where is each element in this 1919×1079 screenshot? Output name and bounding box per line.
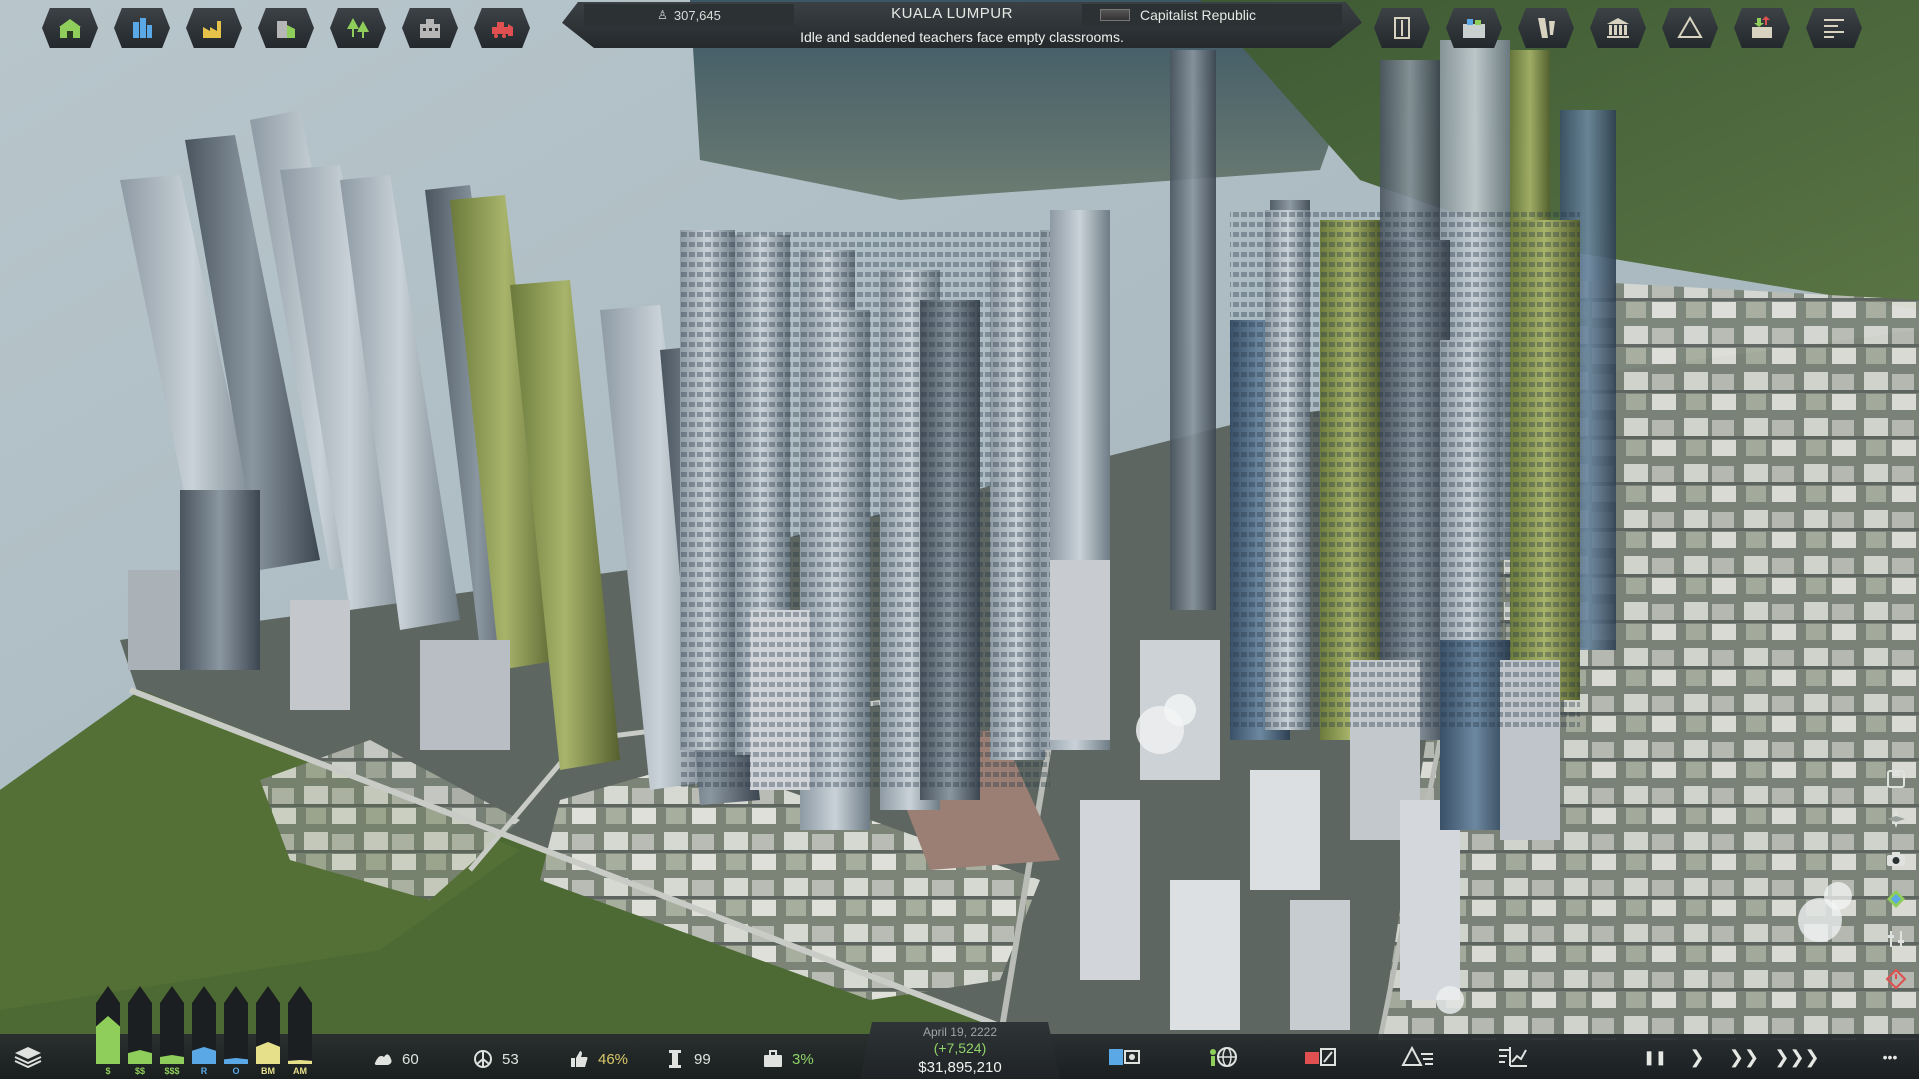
balance-value: $31,895,210 bbox=[918, 1059, 1002, 1076]
population-value: 307,645 bbox=[673, 7, 721, 23]
camera-button[interactable] bbox=[1881, 844, 1911, 874]
peace-icon bbox=[474, 1050, 492, 1068]
city-name[interactable]: KUALA LUMPUR bbox=[802, 5, 1102, 22]
top-bar: ♙ 307,645 KUALA LUMPUR Capitalist Republ… bbox=[0, 0, 1919, 56]
demand-bar-label: $$$ bbox=[164, 1066, 180, 1076]
vehicles-stat[interactable]: 99 bbox=[664, 1046, 711, 1072]
city-scene bbox=[0, 0, 1919, 1079]
infoviews-button[interactable] bbox=[1394, 1040, 1442, 1074]
edicts-icon bbox=[1394, 17, 1410, 39]
more-menu-button[interactable]: ••• bbox=[1870, 1043, 1910, 1071]
budget-icon bbox=[1109, 1049, 1140, 1065]
almanac-icon bbox=[1824, 19, 1844, 38]
demand-bar-label: R bbox=[200, 1066, 208, 1076]
city-info-panel[interactable]: ♙ 307,645 KUALA LUMPUR Capitalist Republ… bbox=[562, 2, 1362, 48]
peace-stat[interactable]: 53 bbox=[472, 1046, 519, 1072]
demand-bar-label: O bbox=[232, 1066, 240, 1076]
office-zone-icon bbox=[277, 21, 295, 38]
demand-bar-label: AM bbox=[293, 1066, 307, 1076]
government-button[interactable] bbox=[1590, 8, 1646, 48]
pollution-value: 60 bbox=[402, 1050, 419, 1068]
finance-panel[interactable]: April 19, 2222 (+7,524) $31,895,210 bbox=[860, 1022, 1060, 1079]
layers-button[interactable] bbox=[4, 1040, 52, 1074]
briefcase-icon bbox=[764, 1050, 782, 1067]
game-date: April 19, 2222 bbox=[922, 1025, 998, 1039]
infoviews-icon bbox=[1401, 1045, 1433, 1066]
person-icon: ♙ bbox=[657, 8, 668, 22]
government-icon bbox=[1607, 18, 1629, 38]
statistics-icon bbox=[1499, 1047, 1527, 1067]
pause-button[interactable]: ❚❚ bbox=[1640, 1043, 1670, 1071]
unemployment-stat[interactable]: 3% bbox=[762, 1046, 814, 1072]
population-display[interactable]: ♙ 307,645 bbox=[584, 4, 794, 26]
compass-icon bbox=[1887, 810, 1905, 828]
pollution-stat[interactable]: 60 bbox=[372, 1046, 419, 1072]
compass-button[interactable] bbox=[1881, 804, 1911, 834]
districts-icon bbox=[1463, 19, 1485, 38]
traffic-icon bbox=[669, 1050, 681, 1068]
demand-bar-label: BM bbox=[261, 1066, 275, 1076]
map-button[interactable] bbox=[1881, 884, 1911, 914]
almanac-button[interactable] bbox=[1806, 8, 1862, 48]
demand-bar-label: $$ bbox=[134, 1066, 145, 1076]
approval-value: 46% bbox=[598, 1050, 629, 1068]
world-button[interactable] bbox=[1198, 1040, 1246, 1074]
statistics-button[interactable] bbox=[1488, 1040, 1536, 1074]
demand-bar-shell bbox=[288, 986, 312, 1064]
settings-sliders-button[interactable] bbox=[1881, 924, 1911, 954]
pollution-icon bbox=[374, 1054, 392, 1065]
zone-demand-meter[interactable]: $ $$ $$$ R O BM AM bbox=[96, 986, 316, 1076]
trade-button[interactable] bbox=[1734, 8, 1790, 48]
emergency-button[interactable] bbox=[1296, 1040, 1344, 1074]
commercial-zone-icon bbox=[133, 18, 152, 38]
play-button[interactable]: ❯ bbox=[1682, 1043, 1712, 1071]
research-button[interactable] bbox=[1518, 8, 1574, 48]
trade-icon bbox=[1752, 16, 1772, 38]
vehicles-value: 99 bbox=[694, 1050, 711, 1068]
save-button[interactable] bbox=[1881, 764, 1911, 794]
terrain-button[interactable] bbox=[1662, 8, 1718, 48]
settings-sliders-icon bbox=[1888, 931, 1904, 947]
commercial-zone-button[interactable] bbox=[114, 8, 170, 48]
services-button[interactable] bbox=[402, 8, 458, 48]
demand-bar-shell bbox=[160, 986, 184, 1064]
edicts-button[interactable] bbox=[1374, 8, 1430, 48]
office-zone-button[interactable] bbox=[258, 8, 314, 48]
fastest-button[interactable]: ❯❯❯ bbox=[1772, 1043, 1822, 1071]
unemployment-value: 3% bbox=[792, 1050, 814, 1068]
terrain-icon bbox=[1677, 16, 1703, 38]
bulldoze-button[interactable] bbox=[474, 8, 530, 48]
city-viewport[interactable] bbox=[0, 0, 1919, 1079]
approval-stat[interactable]: 46% bbox=[568, 1046, 628, 1072]
bulldoze-icon bbox=[492, 22, 513, 38]
residential-zone-icon bbox=[59, 19, 81, 38]
layers-icon bbox=[14, 1047, 42, 1069]
flag-icon bbox=[1100, 9, 1130, 21]
map-icon bbox=[1887, 890, 1905, 908]
government-type: Capitalist Republic bbox=[1140, 7, 1256, 23]
fast-forward-button[interactable]: ❯❯ bbox=[1724, 1043, 1764, 1071]
budget-button[interactable] bbox=[1100, 1040, 1148, 1074]
power-icon bbox=[1885, 968, 1907, 990]
districts-button[interactable] bbox=[1446, 8, 1502, 48]
peace-value: 53 bbox=[502, 1050, 519, 1068]
demand-bar-label: $ bbox=[105, 1066, 111, 1076]
power-button[interactable] bbox=[1881, 964, 1911, 994]
world-icon bbox=[1210, 1047, 1237, 1067]
industrial-zone-button[interactable] bbox=[186, 8, 242, 48]
industrial-zone-icon bbox=[203, 21, 221, 38]
research-icon bbox=[1538, 18, 1555, 38]
residential-zone-button[interactable] bbox=[42, 8, 98, 48]
camera-icon bbox=[1887, 852, 1905, 866]
services-icon bbox=[420, 19, 440, 38]
save-icon bbox=[1887, 770, 1905, 788]
thumbs-up-icon bbox=[571, 1051, 588, 1067]
parks-icon bbox=[347, 18, 369, 38]
government-display[interactable]: Capitalist Republic bbox=[1082, 4, 1342, 26]
income-value: (+7,524) bbox=[933, 1040, 987, 1056]
emergency-icon bbox=[1305, 1048, 1336, 1066]
parks-button[interactable] bbox=[330, 8, 386, 48]
demand-bar-shell bbox=[224, 986, 248, 1064]
